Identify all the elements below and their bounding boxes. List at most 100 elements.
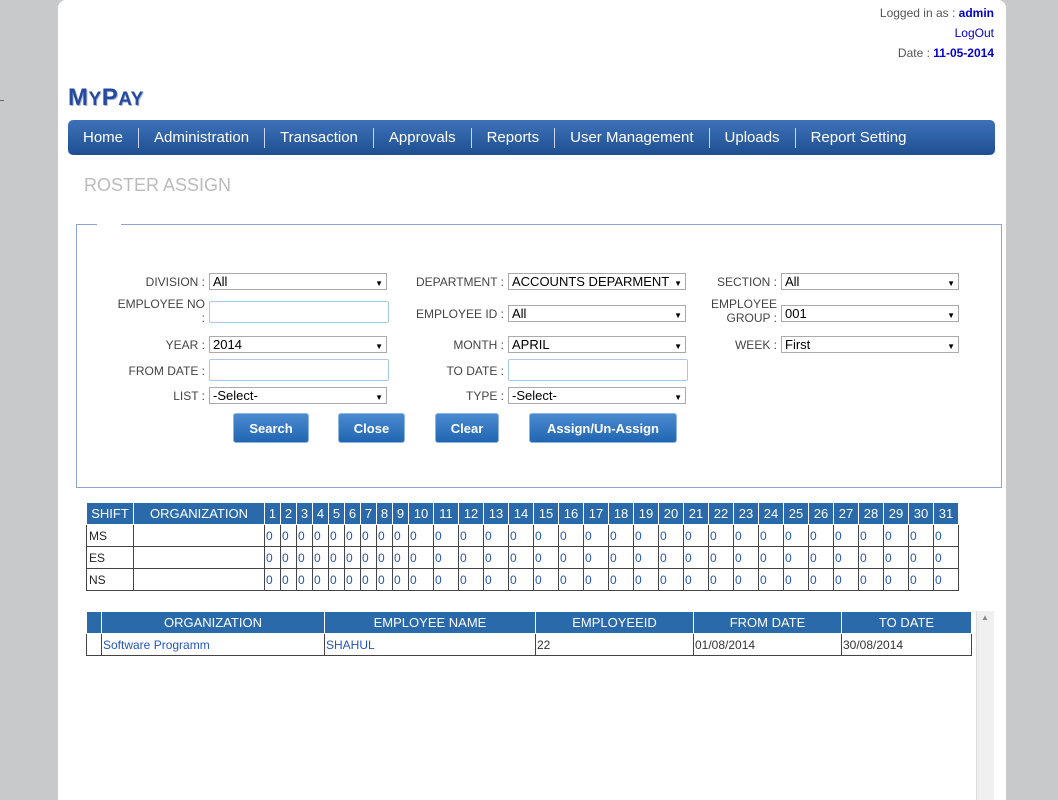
main-nav: Home Administration Transaction Approval… <box>68 120 995 155</box>
employee-group-select[interactable]: 001 ▼ <box>781 305 959 322</box>
nav-home[interactable]: Home <box>68 127 140 148</box>
day-header-26: 26 <box>808 502 834 525</box>
shift-day-count: 0 <box>344 546 361 569</box>
shift-day-count: 0 <box>312 568 329 591</box>
page-title: ROSTER ASSIGN <box>84 175 232 195</box>
shift-day-count: 0 <box>733 524 759 547</box>
shift-row: MS 0 0 0 0 0 0 0 0 0 0 0 0 0 0 0 0 0 0 0 0 0 0 0 0 0 0 0 0 0 0 0 <box>86 524 959 547</box>
day-header-12: 12 <box>458 502 484 525</box>
shift-day-count: 0 <box>392 524 409 547</box>
scroll-up-icon[interactable]: ▲ <box>981 613 989 622</box>
organization-header: ORGANIZATION <box>101 611 325 634</box>
assign-unassign-button[interactable]: Assign/Un-Assign <box>529 413 677 443</box>
week-select[interactable]: First ▼ <box>781 336 959 353</box>
day-header-21: 21 <box>683 502 709 525</box>
employee-table-scrollbar[interactable]: ▲ <box>976 611 994 800</box>
shift-day-count: 0 <box>883 524 909 547</box>
chevron-down-icon: ▼ <box>375 342 383 351</box>
clear-button[interactable]: Clear <box>435 413 499 443</box>
shift-day-count: 0 <box>458 568 484 591</box>
shift-day-count: 0 <box>583 524 609 547</box>
employee-row[interactable]: Software Programm SHAHUL 22 01/08/2014 30/08… <box>86 633 972 656</box>
year-select[interactable]: 2014 ▼ <box>209 336 387 353</box>
shift-day-count: 0 <box>360 568 377 591</box>
organization-cell[interactable]: Software Programm <box>101 633 325 656</box>
logout-link[interactable]: LogOut <box>955 26 994 40</box>
nav-administration[interactable]: Administration <box>139 127 266 148</box>
day-header-13: 13 <box>483 502 509 525</box>
day-header-31: 31 <box>933 502 959 525</box>
nav-reports[interactable]: Reports <box>472 127 556 148</box>
shift-day-count: 0 <box>508 546 534 569</box>
to-date-cell: 30/08/2014 <box>841 633 972 656</box>
department-select[interactable]: ACCOUNTS DEPARMENT ▼ <box>508 273 686 290</box>
day-header-10: 10 <box>408 502 434 525</box>
list-label: LIST : <box>173 389 205 403</box>
nav-uploads[interactable]: Uploads <box>710 127 796 148</box>
shift-day-count: 0 <box>833 546 859 569</box>
shift-day-count: 0 <box>658 524 684 547</box>
month-select[interactable]: APRIL ▼ <box>508 336 686 353</box>
week-label: WEEK : <box>734 338 777 352</box>
shift-day-count: 0 <box>458 524 484 547</box>
department-label: DEPARTMENT : <box>415 275 504 289</box>
shift-day-count: 0 <box>360 524 377 547</box>
shift-day-count: 0 <box>408 546 434 569</box>
division-select[interactable]: All ▼ <box>209 273 387 290</box>
shift-day-count: 0 <box>483 524 509 547</box>
day-header-16: 16 <box>558 502 584 525</box>
row-select-cell[interactable] <box>86 633 102 656</box>
day-header-18: 18 <box>608 502 634 525</box>
shift-code: NS <box>86 568 134 591</box>
division-label: DIVISION : <box>145 275 205 289</box>
day-header-14: 14 <box>508 502 534 525</box>
shift-day-count: 0 <box>683 524 709 547</box>
search-button[interactable]: Search <box>233 413 309 443</box>
shift-day-count: 0 <box>376 546 393 569</box>
date-label: Date : <box>897 46 930 60</box>
organization-header: ORGANIZATION <box>133 502 265 525</box>
close-button[interactable]: Close <box>338 413 405 443</box>
shift-day-count: 0 <box>433 568 459 591</box>
employee-name-cell[interactable]: SHAHUL <box>324 633 536 656</box>
from-date-input[interactable] <box>209 359 389 381</box>
shift-day-count: 0 <box>376 568 393 591</box>
to-date-input[interactable] <box>508 359 688 381</box>
shift-day-count: 0 <box>458 546 484 569</box>
nav-report-setting[interactable]: Report Setting <box>796 128 922 148</box>
type-select[interactable]: -Select- ▼ <box>508 387 686 404</box>
chevron-down-icon: ▼ <box>674 393 682 402</box>
shift-day-count: 0 <box>883 546 909 569</box>
shift-day-count: 0 <box>858 568 884 591</box>
employee-name-header: EMPLOYEE NAME <box>324 611 536 634</box>
select-header <box>86 611 102 634</box>
nav-transaction[interactable]: Transaction <box>265 127 374 148</box>
shift-day-count: 0 <box>344 568 361 591</box>
nav-approvals[interactable]: Approvals <box>374 127 472 148</box>
list-select[interactable]: -Select- ▼ <box>209 387 387 404</box>
shift-day-count: 0 <box>264 524 281 547</box>
shift-day-count: 0 <box>833 524 859 547</box>
employee-no-label: EMPLOYEE NO: <box>117 297 205 325</box>
shift-day-count: 0 <box>808 524 834 547</box>
day-header-19: 19 <box>633 502 659 525</box>
employee-group-label: EMPLOYEE GROUP : <box>710 297 777 325</box>
section-select[interactable]: All ▼ <box>781 273 959 290</box>
shift-day-count: 0 <box>733 568 759 591</box>
shift-day-count: 0 <box>558 568 584 591</box>
shift-day-count: 0 <box>483 568 509 591</box>
shift-day-count: 0 <box>360 546 377 569</box>
shift-day-count: 0 <box>328 568 345 591</box>
shift-day-count: 0 <box>533 546 559 569</box>
shift-day-count: 0 <box>883 568 909 591</box>
shift-organization <box>133 524 265 547</box>
shift-day-count: 0 <box>933 546 959 569</box>
employee-no-input[interactable] <box>209 301 389 323</box>
shift-day-count: 0 <box>808 546 834 569</box>
day-header-20: 20 <box>658 502 684 525</box>
mypay-logo: MYPAY <box>68 84 144 111</box>
employee-id-select[interactable]: All ▼ <box>508 305 686 322</box>
shift-day-count: 0 <box>558 524 584 547</box>
nav-user-management[interactable]: User Management <box>555 127 710 148</box>
shift-day-count: 0 <box>508 524 534 547</box>
